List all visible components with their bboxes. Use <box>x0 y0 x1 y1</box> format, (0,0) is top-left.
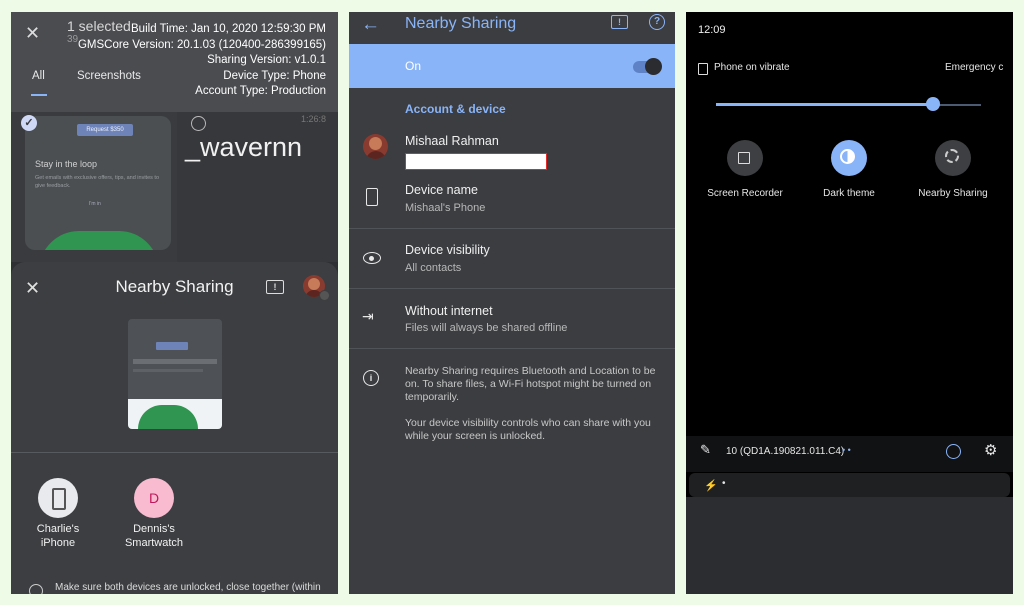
build-time: Build Time: Jan 10, 2020 12:59:30 PM <box>131 23 326 35</box>
page-title: Nearby Sharing <box>405 15 517 32</box>
notification-dot: • <box>722 478 726 489</box>
thumb-illustration <box>39 231 159 250</box>
sharing-version: Sharing Version: v1.0.1 <box>207 54 326 66</box>
close-selection-icon[interactable]: ✕ <box>25 23 40 44</box>
divider <box>11 452 338 453</box>
device-visibility-value: All contacts <box>405 262 462 274</box>
gallery-header: ✕ 1 selected 39 Build Time: Jan 10, 2020… <box>11 12 338 112</box>
screen-recorder-tile[interactable] <box>727 140 763 176</box>
brightness-slider-fill <box>716 103 934 106</box>
nearby-sharing-icon <box>945 149 959 163</box>
phone-icon <box>366 188 378 206</box>
brightness-thumb-icon[interactable] <box>926 97 941 111</box>
account-type: Account Type: Production <box>195 85 326 97</box>
feedback-icon[interactable]: ! <box>266 280 284 294</box>
phone-icon <box>38 478 78 518</box>
device-dennis-smartwatch[interactable]: D Dennis's Smartwatch <box>119 478 189 550</box>
unselected-thumbnail[interactable]: 1:26:8 _wavernn <box>177 112 338 262</box>
status-clock: 12:09 <box>698 24 726 36</box>
info-icon <box>29 584 43 594</box>
device-charlies-iphone[interactable]: Charlie's iPhone <box>23 478 93 550</box>
emergency-label[interactable]: Emergency c <box>945 62 1003 73</box>
ringer-status: Phone on vibrate <box>714 62 790 73</box>
nearby-sharing-tile[interactable] <box>935 140 971 176</box>
nearby-sharing-settings: ← Nearby Sharing ! ? On Account & device… <box>349 12 675 594</box>
gear-icon[interactable]: ⚙ <box>984 441 997 459</box>
tile-label: Dark theme <box>823 188 875 199</box>
charging-bolt-icon: ⚡ <box>704 480 718 492</box>
settings-badge-icon <box>319 290 330 301</box>
redacted-email <box>405 153 547 170</box>
help-icon[interactable]: ? <box>649 14 665 30</box>
device-initial-avatar: D <box>134 478 174 518</box>
back-arrow-icon[interactable]: ← <box>361 14 380 36</box>
build-number[interactable]: 10 (QD1A.190821.011.C4) <box>726 446 844 457</box>
active-tab-indicator <box>31 94 47 96</box>
device-name: Dennis's Smartwatch <box>124 523 184 549</box>
thumb-text: _wavernn <box>185 132 303 162</box>
notification-bar[interactable] <box>689 473 1010 497</box>
info-text-bluetooth: Nearby Sharing requires Bluetooth and Lo… <box>405 365 656 403</box>
user-switch-icon[interactable] <box>946 444 961 459</box>
eye-pupil <box>369 256 374 261</box>
divider <box>349 228 675 229</box>
thumb-heading: Stay in the loop <box>35 159 98 169</box>
section-header: Account & device <box>405 102 506 116</box>
device-name-title[interactable]: Device name <box>405 183 478 197</box>
account-name[interactable]: Mishaal Rahman <box>405 134 499 148</box>
select-circle-icon[interactable] <box>191 116 206 131</box>
sheet-title: Nearby Sharing <box>115 277 234 296</box>
device-visibility-title[interactable]: Device visibility <box>405 243 490 257</box>
avatar[interactable] <box>363 134 388 159</box>
toggle-thumb[interactable] <box>645 58 662 75</box>
feedback-icon[interactable]: ! <box>611 15 628 29</box>
share-preview <box>128 319 222 429</box>
info-text-visibility: Your device visibility controls who can … <box>405 417 651 442</box>
vibrate-icon <box>698 63 708 75</box>
dark-theme-icon <box>840 149 855 164</box>
dark-theme-tile[interactable] <box>831 140 867 176</box>
thumb-duration: 1:26:8 <box>300 114 326 124</box>
without-internet-value: Files will always be shared offline <box>405 322 568 334</box>
gallery-share-panel: ✕ 1 selected 39 Build Time: Jan 10, 2020… <box>11 12 338 594</box>
selected-thumbnail[interactable]: Request $350 Stay in the loop Get emails… <box>25 116 171 250</box>
info-icon: i <box>363 370 379 386</box>
selected-check-icon[interactable]: ✓ <box>21 115 37 131</box>
photo-grid: Request $350 Stay in the loop Get emails… <box>11 112 338 262</box>
screen-recorder-icon <box>738 152 750 164</box>
page-dots: • • <box>842 445 851 455</box>
build-info-overlay: Build Time: Jan 10, 2020 12:59:30 PM GMS… <box>78 22 326 100</box>
device-name-value: Mishaal's Phone <box>405 202 486 214</box>
app-bar: ← Nearby Sharing ! ? <box>349 12 675 44</box>
thumb-request-button: Request $350 <box>77 124 133 136</box>
tab-screenshots[interactable]: Screenshots <box>77 70 141 82</box>
toggle-label: On <box>405 59 422 73</box>
tile-label: Screen Recorder <box>707 188 783 199</box>
quick-settings-panel: 12:09 Phone on vibrate Emergency c Scree… <box>686 12 1013 594</box>
visibility-hint: Make sure both devices are unlocked, clo… <box>55 582 321 593</box>
nearby-share-sheet: ✕ Nearby Sharing ! Charlie's iPhone D De… <box>11 262 338 594</box>
offline-arrows-icon: ⇥ <box>362 308 374 324</box>
thumb-link: I'm in <box>89 201 101 207</box>
selection-size: 39 <box>67 34 79 45</box>
master-toggle-row[interactable]: On <box>349 44 675 88</box>
device-name: Charlie's iPhone <box>36 523 80 549</box>
notification-shade-background <box>686 497 1013 594</box>
without-internet-title[interactable]: Without internet <box>405 304 493 318</box>
thumb-body: Get emails with exclusive offers, tips, … <box>35 175 160 189</box>
tile-label: Nearby Sharing <box>918 188 988 199</box>
divider <box>349 288 675 289</box>
gmscore-version: GMSCore Version: 20.1.03 (120400-2863991… <box>77 38 326 51</box>
tab-all[interactable]: All <box>32 70 45 82</box>
divider <box>349 348 675 349</box>
edit-pencil-icon[interactable]: ✎ <box>700 442 711 458</box>
